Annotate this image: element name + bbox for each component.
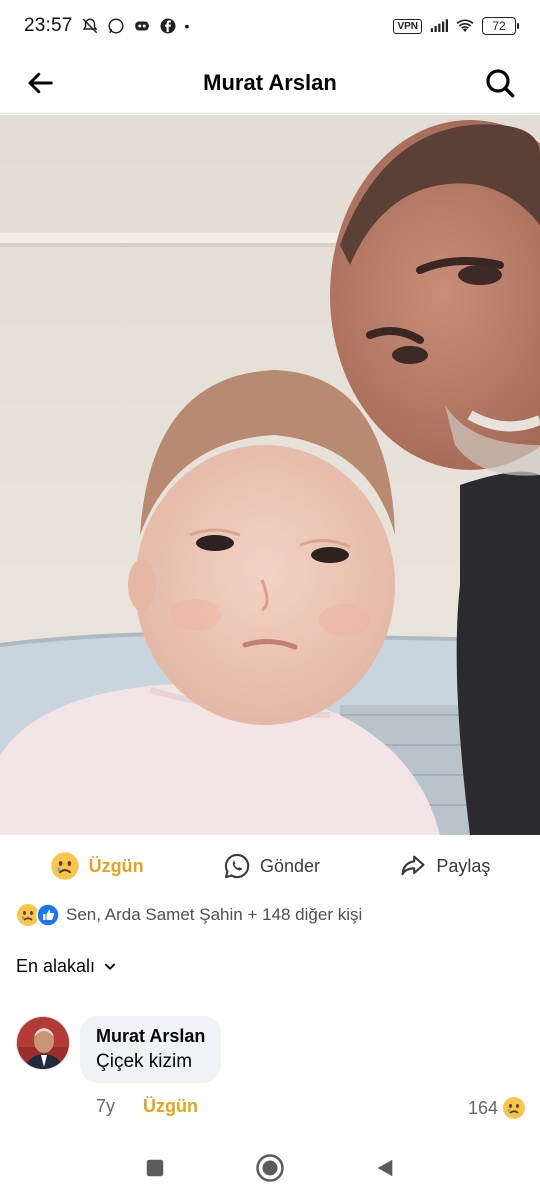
like-thumb-icon bbox=[36, 903, 60, 927]
comment-reaction-count[interactable]: 164 bbox=[468, 1096, 526, 1120]
comment-bubble[interactable]: Murat Arslan Çiçek kizim bbox=[80, 1016, 222, 1083]
home-button[interactable] bbox=[255, 1153, 285, 1188]
status-time: 23:57 bbox=[24, 15, 73, 36]
reactions-text: Sen, Arda Samet Şahin + 148 diğer kişi bbox=[66, 905, 363, 924]
vpn-badge: VPN bbox=[393, 18, 422, 34]
status-bar: 23:57 • VPN 72 bbox=[0, 0, 540, 52]
back-arrow-icon bbox=[28, 72, 53, 93]
system-navigation-bar bbox=[0, 1140, 540, 1200]
post-action-bar: Üzgün Gönder Paylaş bbox=[0, 838, 540, 894]
reaction-label: Üzgün bbox=[88, 855, 144, 876]
signal-icon bbox=[430, 17, 448, 35]
comment-meta: 7y Üzgün bbox=[96, 1096, 198, 1117]
page-title: Murat Arslan bbox=[203, 69, 337, 95]
back-button[interactable] bbox=[22, 65, 58, 101]
wifi-icon bbox=[456, 17, 474, 35]
share-arrow-icon bbox=[401, 855, 425, 876]
comment-reaction-button[interactable]: Üzgün bbox=[143, 1096, 198, 1117]
avatar[interactable] bbox=[16, 1016, 70, 1070]
reactions-summary[interactable]: Sen, Arda Samet Şahin + 148 diğer kişi bbox=[16, 900, 362, 930]
comment-age: 7y bbox=[96, 1096, 116, 1116]
reaction-button[interactable]: Üzgün bbox=[50, 851, 144, 881]
comment-reaction-count-value: 164 bbox=[467, 1097, 498, 1118]
back-nav-button[interactable] bbox=[374, 1156, 396, 1185]
mute-bell-icon bbox=[81, 17, 99, 35]
comment-author[interactable]: Murat Arslan bbox=[96, 1026, 205, 1047]
recents-button[interactable] bbox=[144, 1157, 166, 1184]
triangle-back-icon bbox=[377, 1159, 392, 1176]
sad-emoji-icon bbox=[503, 1097, 525, 1119]
share-label: Paylaş bbox=[436, 855, 491, 876]
reaction-icons bbox=[16, 903, 60, 927]
status-dot: • bbox=[184, 18, 190, 34]
vpn-key-icon bbox=[133, 17, 151, 35]
square-recents-icon bbox=[147, 1159, 164, 1176]
whatsapp-icon bbox=[224, 853, 250, 879]
chevron-down-icon bbox=[105, 963, 116, 970]
comment-text: Çiçek kizim bbox=[96, 1051, 193, 1072]
circle-home-icon bbox=[256, 1153, 284, 1182]
send-label: Gönder bbox=[259, 855, 320, 876]
search-icon bbox=[486, 68, 515, 97]
top-bar: Murat Arslan bbox=[0, 52, 540, 114]
post-photo[interactable] bbox=[0, 115, 540, 835]
search-button[interactable] bbox=[482, 65, 518, 101]
comments-sort-dropdown[interactable]: En alakalı bbox=[16, 956, 117, 977]
sort-label: En alakalı bbox=[16, 956, 96, 976]
sad-emoji-icon bbox=[50, 852, 79, 880]
whatsapp-icon bbox=[107, 17, 125, 35]
facebook-icon bbox=[159, 17, 177, 35]
send-button[interactable]: Gönder bbox=[223, 852, 320, 880]
share-button[interactable]: Paylaş bbox=[399, 852, 490, 880]
photo-illustration bbox=[0, 115, 540, 835]
battery-indicator: 72 bbox=[482, 17, 519, 35]
